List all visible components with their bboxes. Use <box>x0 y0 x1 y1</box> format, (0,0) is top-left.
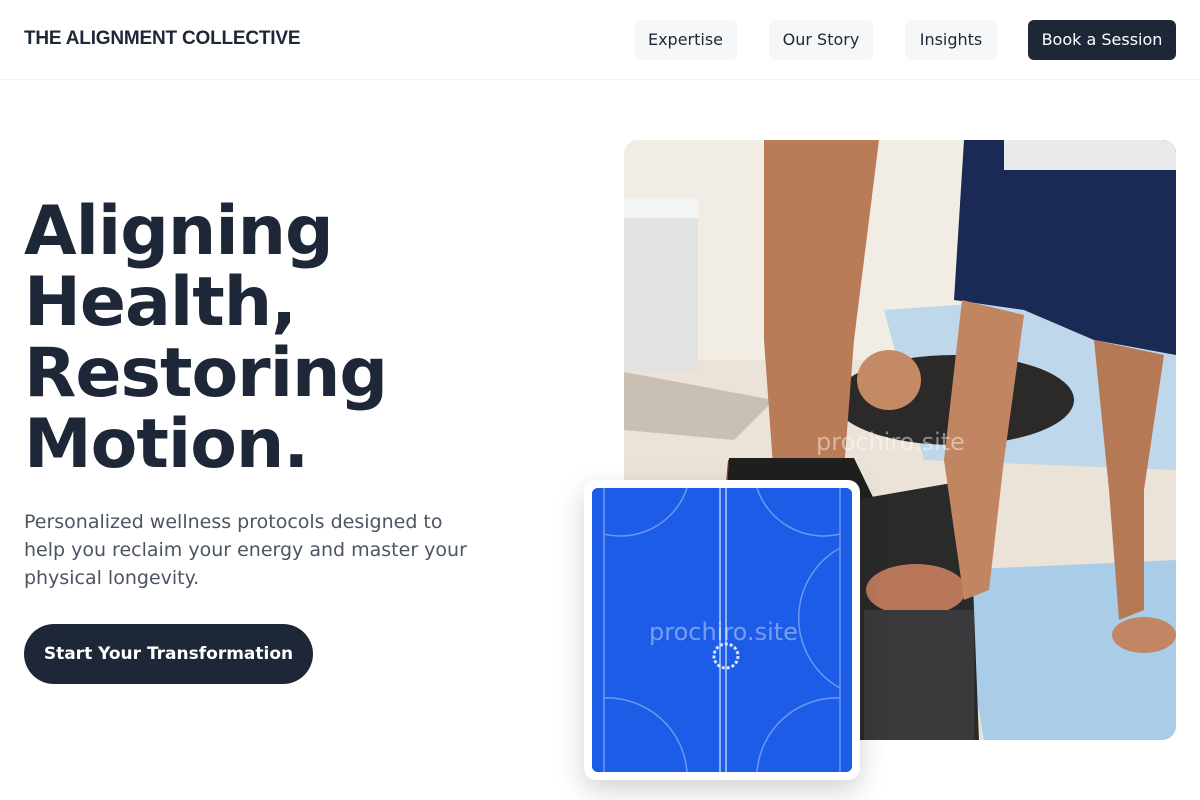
book-session-button[interactable]: Book a Session <box>1028 20 1176 60</box>
watermark-main: prochiro.site <box>816 428 965 456</box>
brand-logo[interactable]: THE ALIGNMENT COLLECTIVE <box>24 28 301 50</box>
field-photo-card: prochiro.site <box>584 480 860 780</box>
nav-our-story[interactable]: Our Story <box>769 20 873 60</box>
hero-headline: Aligning Health, Restoring Motion. <box>24 196 544 480</box>
start-transformation-button[interactable]: Start Your Transformation <box>24 624 313 684</box>
nav-insights[interactable]: Insights <box>905 20 997 60</box>
headline-line-1: Aligning <box>24 192 334 271</box>
site-header: THE ALIGNMENT COLLECTIVE Expertise Our S… <box>0 0 1200 80</box>
hero-subtext: Personalized wellness protocols designed… <box>24 511 467 589</box>
field-photo: prochiro.site <box>592 488 852 772</box>
headline-line-4: Motion. <box>24 405 309 484</box>
watermark-card: prochiro.site <box>649 618 798 646</box>
headline-line-2: Health, <box>24 263 297 342</box>
nav-expertise[interactable]: Expertise <box>634 20 737 60</box>
headline-line-3: Restoring <box>24 334 388 413</box>
blue-field-illustration: prochiro.site <box>592 488 852 772</box>
